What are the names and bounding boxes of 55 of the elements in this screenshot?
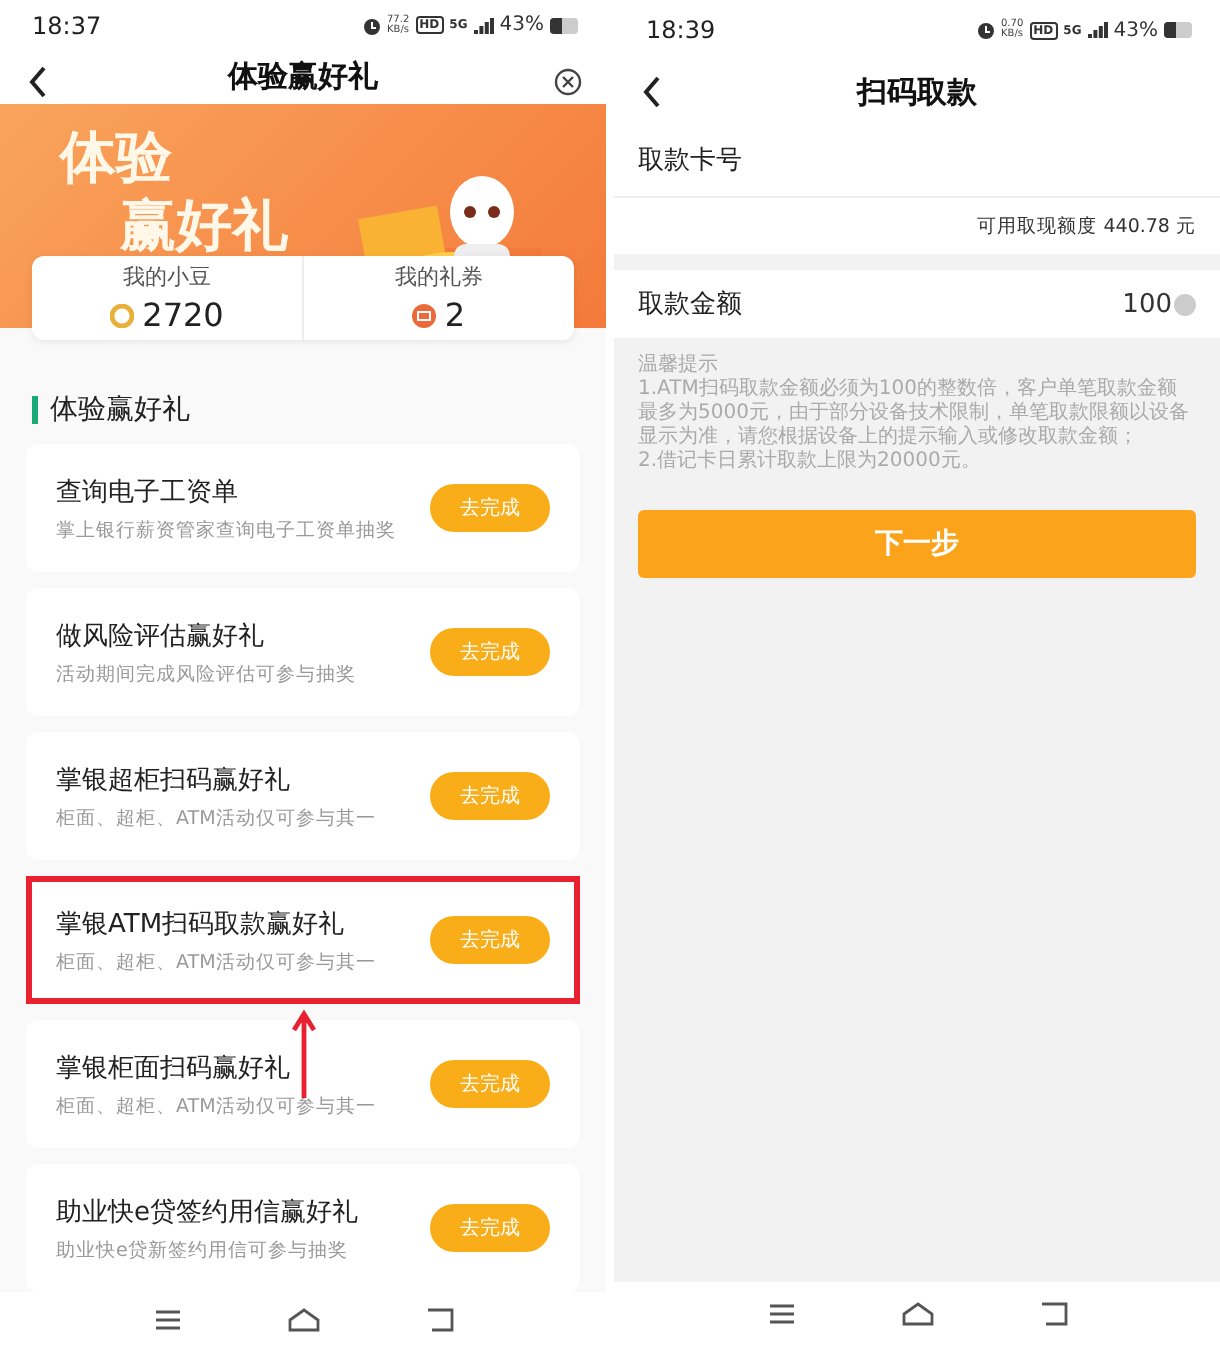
battery-percent: 43%	[499, 14, 544, 37]
task-title: 掌银柜面扫码赢好礼	[56, 1051, 292, 1086]
status-time: 18:37	[32, 11, 102, 40]
complete-button[interactable]: 去完成	[430, 628, 550, 677]
task-description: 掌上银行薪资管家查询电子工资单抽奖	[56, 517, 396, 544]
annotation-arrow	[292, 1010, 316, 1099]
tip-text: 1.ATM扫码取款金额必须为100的整数倍，客户单笔取款金额最多为5000元，由于部分设备技术限制，单笔取款限额以设备显示为准，请您根据设备上的提示输入或修改取款金额；	[638, 378, 1191, 449]
task-description: 柜面、超柜、ATM活动仅可参与其一	[56, 1093, 376, 1120]
task-title: 查询电子工资单	[56, 475, 240, 510]
task-description: 柜面、超柜、ATM活动仅可参与其一	[56, 805, 376, 832]
battery-icon	[1164, 22, 1192, 38]
complete-button[interactable]: 去完成	[430, 1060, 550, 1109]
alarm-icon	[975, 20, 995, 40]
section-title: 体验赢好礼	[50, 392, 190, 429]
available-limit: 可用取现额度 440.78 元	[977, 213, 1196, 239]
page-title: 扫码取款	[857, 73, 977, 111]
tips-title: 温馨提示	[638, 354, 720, 377]
complete-button[interactable]: 去完成	[430, 484, 550, 533]
task-description: 柜面、超柜、ATM活动仅可参与其一	[56, 949, 376, 976]
battery-percent: 43%	[1113, 19, 1158, 41]
signal-icon	[473, 17, 494, 34]
close-icon[interactable]	[554, 68, 582, 97]
next-step-button[interactable]: 下一步	[638, 510, 1196, 578]
signal-icon	[1087, 22, 1108, 38]
status-time: 18:39	[646, 16, 716, 44]
menu-icon[interactable]	[767, 1304, 795, 1324]
back-icon[interactable]	[1039, 1302, 1067, 1326]
task-title: 掌银超柜扫码赢好礼	[56, 763, 292, 798]
task-description: 活动期间完成风险评估可参与抽奖	[56, 661, 356, 688]
task-title: 掌银ATM扫码取款赢好礼	[56, 907, 347, 942]
task-title: 助业快e贷签约用信赢好礼	[56, 1195, 358, 1230]
battery-icon	[550, 17, 578, 34]
coin-icon	[110, 303, 135, 328]
tip-text: 2.借记卡日累计取款上限为20000元。	[638, 450, 983, 474]
coupon-icon	[412, 303, 437, 328]
alarm-icon	[361, 15, 381, 36]
stat-value: 2	[444, 296, 466, 335]
stat-label: 我的小豆	[123, 262, 211, 293]
page-title: 体验赢好礼	[228, 58, 378, 97]
complete-button[interactable]: 去完成	[430, 916, 550, 965]
field-label: 取款卡号	[638, 144, 742, 178]
complete-button[interactable]: 去完成	[430, 772, 550, 821]
amount-field[interactable]: 100	[1122, 289, 1196, 319]
field-label: 取款金额	[638, 288, 742, 322]
stat-value: 2720	[142, 296, 224, 335]
task-description: 助业快e贷新签约用信可参与抽奖	[56, 1237, 350, 1264]
home-icon[interactable]	[287, 1307, 319, 1332]
banner-heading: 赢好礼	[120, 192, 288, 261]
banner-heading: 体验	[60, 124, 174, 193]
menu-icon[interactable]	[153, 1309, 181, 1330]
stat-label: 我的礼券	[395, 262, 483, 293]
back-icon[interactable]	[425, 1307, 453, 1332]
complete-button[interactable]: 去完成	[430, 1204, 550, 1253]
task-title: 做风险评估赢好礼	[56, 619, 266, 654]
home-icon[interactable]	[901, 1302, 933, 1326]
